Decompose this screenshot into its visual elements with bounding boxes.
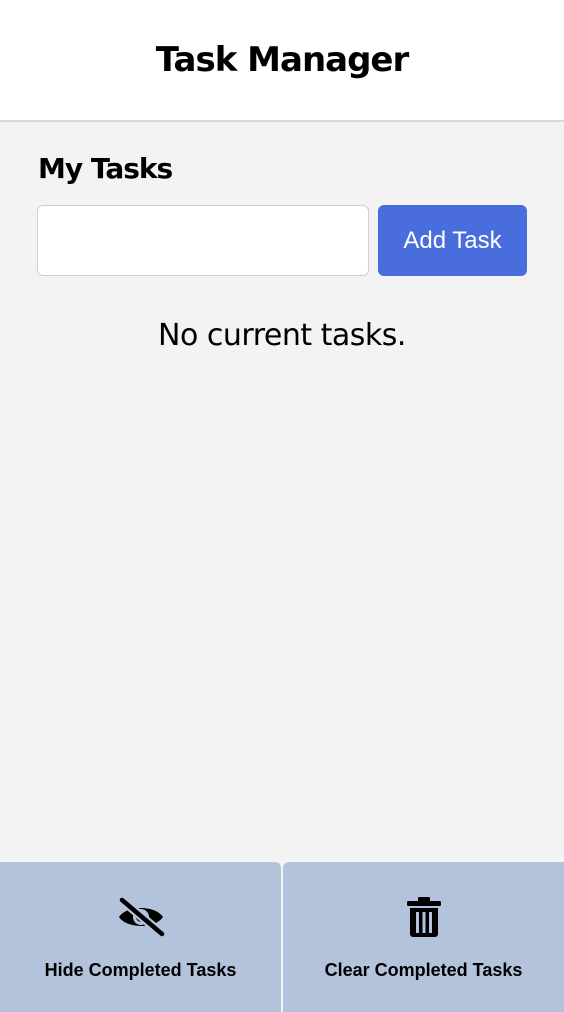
new-task-input[interactable]	[37, 205, 369, 276]
eye-slash-icon	[117, 896, 165, 938]
clear-completed-label: Clear Completed Tasks	[324, 960, 523, 980]
tasks-panel: My Tasks Add Task No current tasks.	[0, 122, 564, 862]
page-title: Task Manager	[155, 40, 410, 80]
task-manager-app: Task Manager My Tasks Add Task No curren…	[0, 0, 564, 1012]
hide-completed-label: Hide Completed Tasks	[44, 960, 237, 980]
clear-completed-button[interactable]: Clear Completed Tasks	[283, 862, 564, 1012]
trash-icon	[406, 896, 442, 938]
footer-actions: Hide Completed Tasks Clear Completed Tas…	[0, 862, 564, 1012]
add-task-button[interactable]: Add Task	[378, 205, 527, 276]
app-header: Task Manager	[0, 0, 564, 122]
hide-completed-button[interactable]: Hide Completed Tasks	[0, 862, 281, 1012]
section-title: My Tasks	[38, 152, 173, 185]
empty-tasks-message: No current tasks.	[158, 318, 406, 353]
